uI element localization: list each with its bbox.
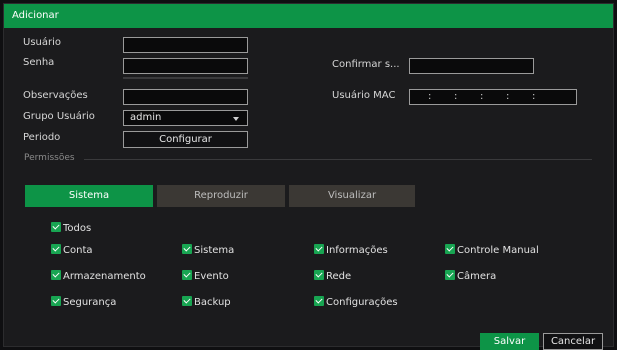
mac-address-input[interactable]: : : : : :	[409, 89, 577, 105]
permission-armazenamento-checkbox[interactable]: Armazenamento	[51, 270, 146, 282]
permission-label: Controle Manual	[457, 245, 539, 256]
permission-informacoes-checkbox[interactable]: Informações	[314, 244, 388, 256]
user-group-label: Grupo Usuário	[23, 111, 95, 122]
user-label: Usuário	[23, 37, 62, 48]
permission-label: Segurança	[63, 297, 117, 308]
checkbox-checked-icon	[445, 244, 455, 254]
mac-label: Usuário MAC	[332, 90, 396, 101]
password-input[interactable]	[123, 58, 248, 74]
permission-sistema-checkbox[interactable]: Sistema	[182, 244, 234, 256]
chevron-down-icon	[233, 117, 239, 121]
permissions-section-label: Permissões	[24, 153, 75, 163]
permission-conta-checkbox[interactable]: Conta	[51, 244, 93, 256]
confirm-password-label: Confirmar s...	[332, 59, 400, 70]
checkbox-checked-icon	[51, 296, 61, 306]
permission-backup-checkbox[interactable]: Backup	[182, 296, 231, 308]
permission-label: Evento	[194, 271, 229, 282]
permission-label: Informações	[326, 245, 388, 256]
permission-rede-checkbox[interactable]: Rede	[314, 270, 351, 282]
tab-visualizar[interactable]: Visualizar	[289, 185, 415, 207]
tab-reproduzir[interactable]: Reproduzir	[157, 185, 285, 207]
checkbox-checked-icon	[314, 296, 324, 306]
checkbox-checked-icon	[51, 244, 61, 254]
permission-controle-manual-checkbox[interactable]: Controle Manual	[445, 244, 539, 256]
permission-configuracoes-checkbox[interactable]: Configurações	[314, 296, 398, 308]
checkbox-checked-icon	[51, 222, 61, 232]
checkbox-checked-icon	[182, 244, 192, 254]
tab-sistema[interactable]: Sistema	[25, 185, 153, 207]
permissions-divider	[84, 159, 592, 160]
mac-separator: :	[532, 91, 536, 102]
cancel-button[interactable]: Cancelar	[543, 333, 603, 350]
checkbox-checked-icon	[182, 270, 192, 280]
permission-evento-checkbox[interactable]: Evento	[182, 270, 229, 282]
permission-all-checkbox[interactable]: Todos	[51, 222, 91, 234]
dialog-title: Adicionar	[12, 10, 59, 21]
password-strength-bar	[123, 77, 248, 79]
permission-label: Câmera	[457, 271, 497, 282]
mac-separator: :	[506, 91, 510, 102]
checkbox-checked-icon	[314, 270, 324, 280]
checkbox-checked-icon	[51, 270, 61, 280]
permission-label: Backup	[194, 297, 231, 308]
permission-label: Sistema	[194, 245, 235, 256]
user-group-select[interactable]: admin	[123, 110, 248, 126]
checkbox-checked-icon	[314, 244, 324, 254]
checkbox-checked-icon	[182, 296, 192, 306]
period-label: Periodo	[23, 132, 61, 143]
mac-separator: :	[480, 91, 484, 102]
checkbox-checked-icon	[445, 270, 455, 280]
confirm-password-input[interactable]	[409, 58, 534, 74]
dialog-titlebar: Adicionar	[4, 4, 613, 28]
permission-camera-checkbox[interactable]: Câmera	[445, 270, 496, 282]
add-user-dialog: Adicionar Usuário Senha Confirmar s... O…	[3, 3, 614, 350]
user-input[interactable]	[123, 37, 248, 53]
mac-separator: :	[428, 91, 432, 102]
user-group-value: admin	[130, 112, 162, 123]
permission-label: Todos	[63, 223, 92, 234]
permission-label: Armazenamento	[63, 271, 146, 282]
permission-label: Configurações	[326, 297, 398, 308]
configure-period-button[interactable]: Configurar	[123, 131, 248, 148]
mac-separator: :	[454, 91, 458, 102]
notes-label: Observações	[23, 90, 88, 101]
notes-input[interactable]	[123, 89, 248, 105]
permission-label: Rede	[326, 271, 352, 282]
save-button[interactable]: Salvar	[480, 333, 539, 350]
permission-label: Conta	[63, 245, 93, 256]
password-label: Senha	[23, 57, 55, 68]
permission-seguranca-checkbox[interactable]: Segurança	[51, 296, 116, 308]
